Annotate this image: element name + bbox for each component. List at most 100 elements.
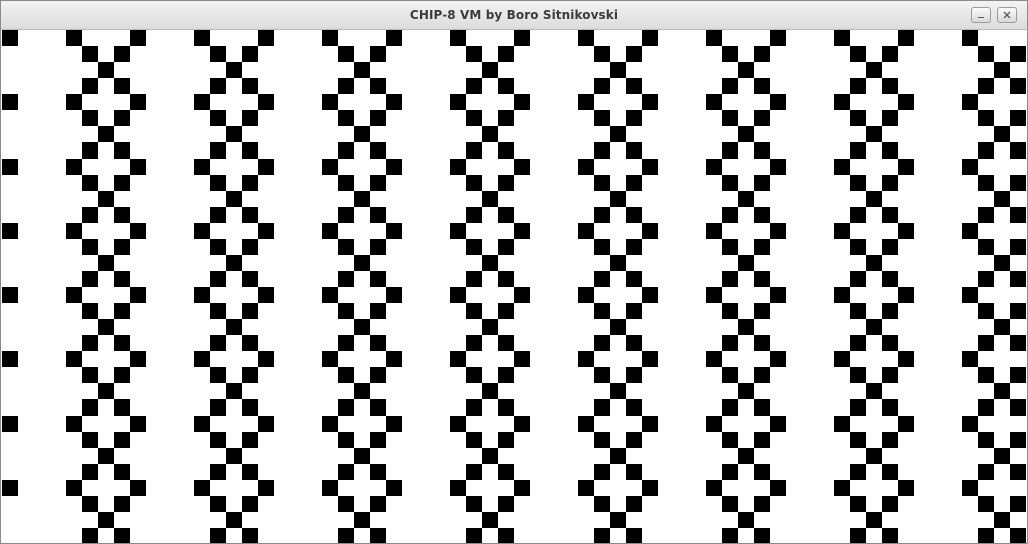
display-pixel — [2, 30, 18, 46]
display-pixel — [994, 512, 1010, 528]
display-pixel — [258, 223, 274, 239]
display-pixel — [322, 416, 338, 432]
display-pixel — [82, 207, 98, 223]
display-pixel — [866, 191, 882, 207]
display-pixel — [82, 142, 98, 159]
display-pixel — [994, 319, 1010, 335]
display-pixel — [482, 126, 498, 142]
display-pixel — [2, 94, 18, 110]
display-pixel — [978, 207, 994, 223]
display-pixel — [514, 159, 530, 175]
display-pixel — [242, 335, 258, 351]
display-pixel — [626, 335, 642, 351]
display-pixel — [770, 287, 786, 303]
display-pixel — [82, 432, 98, 448]
display-pixel — [882, 175, 898, 191]
display-pixel — [130, 159, 146, 175]
display-pixel — [706, 223, 722, 239]
display-pixel — [722, 464, 738, 480]
display-pixel — [754, 239, 770, 255]
display-pixel — [882, 271, 898, 287]
display-pixel — [114, 496, 130, 512]
display-pixel — [242, 142, 258, 159]
display-pixel — [370, 303, 386, 319]
display-pixel — [370, 78, 386, 94]
display-pixel — [226, 319, 242, 335]
display-pixel — [770, 351, 786, 367]
display-pixel — [882, 142, 898, 159]
display-pixel — [82, 303, 98, 319]
display-pixel — [482, 255, 498, 271]
display-pixel — [994, 62, 1010, 78]
display-pixel — [722, 399, 738, 416]
close-icon — [1003, 11, 1011, 19]
display-pixel — [210, 239, 226, 255]
display-pixel — [610, 383, 626, 399]
display-pixel — [626, 271, 642, 287]
display-pixel — [210, 175, 226, 191]
display-pixel — [882, 303, 898, 319]
display-pixel — [226, 383, 242, 399]
display-pixel — [98, 191, 114, 207]
display-pixel — [82, 464, 98, 480]
display-pixel — [66, 94, 82, 110]
display-pixel — [98, 319, 114, 335]
display-pixel — [754, 303, 770, 319]
display-pixel — [1010, 496, 1026, 512]
display-pixel — [242, 175, 258, 191]
display-pixel — [866, 126, 882, 142]
close-button[interactable] — [997, 7, 1017, 23]
display-pixel — [450, 159, 466, 175]
display-pixel — [994, 191, 1010, 207]
display-pixel — [226, 62, 242, 78]
display-pixel — [754, 142, 770, 159]
display-pixel — [898, 351, 914, 367]
display-pixel — [642, 30, 658, 46]
display-pixel — [866, 319, 882, 335]
display-pixel — [514, 351, 530, 367]
display-pixel — [114, 175, 130, 191]
display-pixel — [978, 367, 994, 383]
display-pixel — [466, 367, 482, 383]
display-pixel — [738, 62, 754, 78]
display-pixel — [338, 207, 354, 223]
display-pixel — [514, 416, 530, 432]
display-pixel — [754, 464, 770, 480]
display-pixel — [466, 110, 482, 126]
display-pixel — [498, 399, 514, 416]
display-pixel — [210, 46, 226, 62]
display-pixel — [2, 223, 18, 239]
display-pixel — [882, 367, 898, 383]
display-pixel — [514, 94, 530, 110]
display-pixel — [114, 335, 130, 351]
display-pixel — [210, 496, 226, 512]
display-pixel — [594, 142, 610, 159]
display-pixel — [226, 512, 242, 528]
display-pixel — [882, 399, 898, 416]
display-pixel — [66, 223, 82, 239]
display-pixel — [210, 110, 226, 126]
display-pixel — [962, 223, 978, 239]
display-pixel — [322, 287, 338, 303]
display-pixel — [210, 399, 226, 416]
display-pixel — [738, 383, 754, 399]
display-pixel — [466, 303, 482, 319]
display-pixel — [194, 223, 210, 239]
title-bar[interactable]: CHIP-8 VM by Boro Sitnikovski — [1, 1, 1027, 30]
minimize-button[interactable] — [971, 7, 991, 23]
display-pixel — [722, 528, 738, 543]
chip8-display[interactable] — [2, 30, 1026, 543]
display-pixel — [98, 383, 114, 399]
display-pixel — [578, 480, 594, 496]
display-pixel — [594, 496, 610, 512]
display-pixel — [738, 191, 754, 207]
display-pixel — [258, 287, 274, 303]
display-pixel — [370, 464, 386, 480]
display-pixel — [98, 126, 114, 142]
display-pixel — [386, 480, 402, 496]
display-pixel — [706, 287, 722, 303]
display-pixel — [610, 126, 626, 142]
display-pixel — [258, 416, 274, 432]
display-pixel — [258, 30, 274, 46]
display-pixel — [962, 351, 978, 367]
